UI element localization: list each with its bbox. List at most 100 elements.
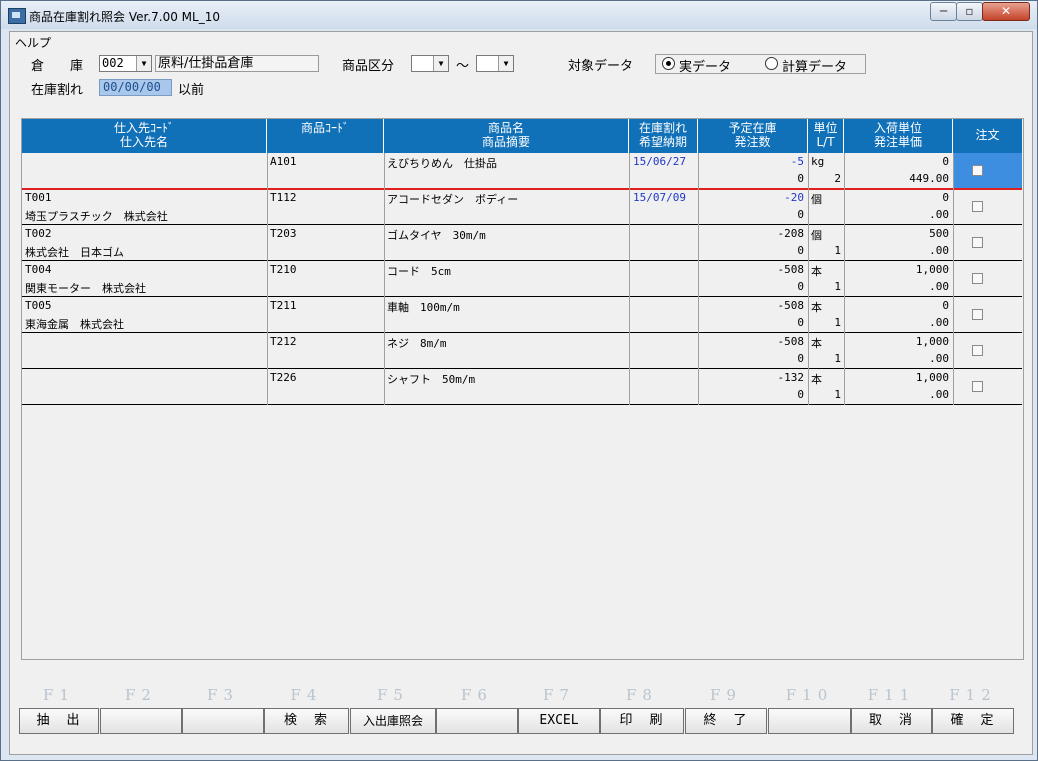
fkey-button-f7[interactable]: EXCEL	[518, 708, 600, 734]
order-checkbox[interactable]	[972, 381, 983, 392]
menu-help[interactable]: ヘルプ	[15, 34, 51, 51]
header-lt: L/T	[816, 135, 835, 149]
row-separator	[22, 260, 1022, 261]
header-order: 注文	[953, 119, 1022, 153]
minimize-icon: ─	[939, 4, 948, 18]
row-separator	[22, 188, 1022, 190]
unit-cell: 本	[811, 337, 822, 350]
fkey-button-f1[interactable]: 抽 出	[19, 708, 99, 734]
receive-unit-cell: 1,000	[915, 371, 949, 384]
planned-stock-cell: -20	[784, 191, 804, 204]
unit-cell: 本	[811, 373, 822, 386]
fkey-button-f5[interactable]: 入出庫照会	[350, 708, 436, 734]
row-separator	[22, 332, 1022, 333]
header-order-qty: 発注数	[734, 135, 771, 149]
lt-cell: 1	[834, 316, 841, 329]
product-code-cell: T112	[270, 191, 297, 204]
column-divider	[808, 153, 809, 405]
supplier-code-cell: T002	[25, 227, 52, 240]
warehouse-code-select[interactable]: 002 ▼	[99, 55, 152, 72]
chevron-down-icon[interactable]: ▼	[498, 56, 513, 71]
product-code-cell: T203	[270, 227, 297, 240]
header-unit: 単位	[813, 121, 838, 135]
header-dates: 在庫割れ 希望納期	[629, 119, 698, 153]
selected-cell-highlight	[953, 153, 1022, 189]
fkey-button-f12[interactable]: 確 定	[932, 708, 1014, 734]
title-bar[interactable]: 商品在庫割れ照会 Ver.7.00 ML_10 ─ ▫ ✕	[1, 1, 1037, 29]
order-qty-cell: 0	[797, 208, 804, 221]
fkey-button-f6[interactable]	[436, 708, 518, 734]
header-supplier-code: 仕入先ｺｰﾄﾞ	[113, 121, 174, 135]
product-name-cell: ネジ 8m/m	[387, 337, 447, 350]
fkey-label-f5: F5	[377, 686, 409, 704]
lt-cell: 1	[834, 388, 841, 401]
order-checkbox[interactable]	[972, 273, 983, 284]
header-planned-stock: 予定在庫	[728, 121, 777, 135]
window-title: 商品在庫割れ照会 Ver.7.00 ML_10	[29, 10, 220, 24]
results-grid: 仕入先ｺｰﾄﾞ 仕入先名 商品ｺｰﾄﾞ 商品名 商品摘要 在庫割れ 希望納期 予…	[21, 118, 1024, 660]
fkey-label-f1: F1	[43, 686, 75, 704]
header-product-name: 商品名	[487, 121, 524, 135]
planned-stock-cell: -132	[777, 371, 805, 384]
fkey-label-f9: F9	[710, 686, 742, 704]
supplier-name-cell: 関東モーター 株式会社	[25, 282, 146, 295]
radio-calc[interactable]	[765, 57, 778, 70]
fkey-label-f7: F7	[543, 686, 575, 704]
column-divider	[629, 153, 630, 405]
maximize-button[interactable]: ▫	[956, 2, 983, 21]
header-stockout: 在庫割れ	[638, 121, 687, 135]
header-unit-lt: 単位 L/T	[808, 119, 844, 153]
fkey-button-f10[interactable]	[768, 708, 851, 734]
column-divider	[953, 153, 954, 405]
radio-actual-label: 実データ	[679, 60, 732, 75]
fkey-button-f2[interactable]	[100, 708, 182, 734]
fkey-label-f12: F12	[949, 686, 997, 704]
fkey-button-f11[interactable]: 取 消	[851, 708, 932, 734]
fkey-button-f3[interactable]	[182, 708, 264, 734]
order-checkbox[interactable]	[972, 237, 983, 248]
fkey-button-f4[interactable]: 検 索	[264, 708, 349, 734]
column-divider	[384, 153, 385, 405]
client-area: ヘルプ 倉 庫 002 ▼ 原料/仕掛品倉庫 商品区分 ▼ ～ ▼ 対象データ …	[9, 31, 1033, 755]
order-checkbox[interactable]	[972, 309, 983, 320]
stockout-date-input[interactable]: 00/00/00	[99, 79, 172, 96]
unit-cell: 本	[811, 301, 822, 314]
range-tilde: ～	[456, 59, 470, 74]
order-price-cell: .00	[929, 208, 949, 221]
order-qty-cell: 0	[797, 316, 804, 329]
fkey-label-f8: F8	[626, 686, 658, 704]
fkey-label-f6: F6	[461, 686, 493, 704]
maximize-icon: ▫	[965, 4, 974, 18]
category-from-select[interactable]: ▼	[411, 55, 449, 72]
receive-unit-cell: 0	[942, 155, 949, 168]
fkey-button-f8[interactable]: 印 刷	[600, 708, 684, 734]
close-button[interactable]: ✕	[982, 2, 1030, 21]
order-price-cell: .00	[929, 280, 949, 293]
supplier-name-cell: 埼玉プラスチック 株式会社	[25, 210, 168, 223]
header-product: 商品名 商品摘要	[384, 119, 629, 153]
column-divider	[267, 153, 268, 405]
order-checkbox[interactable]	[972, 201, 983, 212]
radio-actual[interactable]	[662, 57, 675, 70]
category-to-select[interactable]: ▼	[476, 55, 514, 72]
chevron-down-icon[interactable]: ▼	[136, 56, 151, 71]
fkey-button-f9[interactable]: 終 了	[685, 708, 767, 734]
stockout-date-cell: 15/06/27	[633, 155, 686, 168]
fkey-label-f3: F3	[207, 686, 239, 704]
planned-stock-cell: -508	[777, 299, 805, 312]
minimize-button[interactable]: ─	[930, 2, 957, 21]
order-checkbox[interactable]	[972, 345, 983, 356]
chevron-down-icon[interactable]: ▼	[433, 56, 448, 71]
order-price-cell: .00	[929, 352, 949, 365]
fkey-label-f10: F10	[785, 686, 834, 704]
lt-cell: 1	[834, 352, 841, 365]
target-data-radio-group: 実データ 計算データ	[655, 54, 866, 75]
order-price-cell: .00	[929, 388, 949, 401]
supplier-name-cell: 株式会社 日本ゴム	[25, 246, 124, 259]
product-name-cell: コード 5cm	[387, 265, 451, 278]
column-divider	[844, 153, 845, 405]
order-checkbox[interactable]	[972, 165, 983, 176]
category-label: 商品区分	[342, 59, 395, 74]
column-divider	[698, 153, 699, 405]
order-qty-cell: 0	[797, 388, 804, 401]
